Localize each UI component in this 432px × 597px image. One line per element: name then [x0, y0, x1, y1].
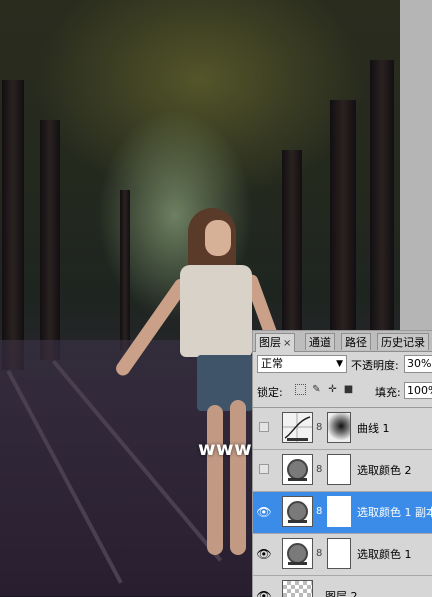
layer-mask-thumbnail[interactable] [327, 454, 351, 485]
link-icon[interactable]: 8 [316, 548, 322, 559]
transparent-layer-thumbnail [282, 580, 313, 597]
visibility-toggle[interactable] [259, 422, 269, 432]
woman-face [205, 220, 231, 256]
blend-mode-select[interactable]: 正常 ▼ [257, 355, 347, 373]
layers-panel: 图层 × 通道 路径 历史记录 正常 ▼ 不透明度: 30% 锁定: ✎ ✛ ■ … [252, 330, 432, 597]
tree-trunk [40, 120, 60, 360]
tab-layers[interactable]: 图层 × [255, 333, 296, 352]
layer-row-selective-color-1-copy[interactable]: 👁 8 选取颜色 1 副本 [253, 492, 432, 534]
lock-transparency-icon[interactable] [295, 384, 306, 395]
woman-shirt [180, 265, 252, 357]
layer-name: 选取颜色 1 [357, 548, 412, 561]
tab-history[interactable]: 历史记录 [377, 333, 429, 350]
tree-trunk [330, 100, 356, 360]
layer-row-selective-color-2[interactable]: 8 选取颜色 2 [253, 450, 432, 492]
lock-move-icon[interactable]: ✛ [327, 384, 338, 395]
dropdown-arrow-icon: ▼ [336, 359, 343, 369]
opacity-input[interactable]: 30% [404, 355, 432, 373]
layer-mask-thumbnail[interactable] [327, 496, 351, 527]
fill-input[interactable]: 100% [404, 382, 432, 399]
link-icon[interactable]: 8 [316, 422, 322, 433]
layer-row-layer-2[interactable]: 👁 图层 2 [253, 576, 432, 597]
tab-paths[interactable]: 路径 [341, 333, 371, 350]
layer-row-curves-1[interactable]: 8 曲线 1 [253, 408, 432, 450]
fill-label: 填充: [375, 386, 401, 399]
tree-trunk [282, 150, 302, 350]
link-icon[interactable]: 8 [316, 506, 322, 517]
tree-trunk [2, 80, 24, 370]
eye-icon[interactable]: 👁 [255, 504, 273, 520]
visibility-toggle[interactable] [259, 464, 269, 474]
selective-color-icon [282, 538, 313, 569]
eye-icon[interactable]: 👁 [255, 546, 273, 562]
layer-mask-thumbnail[interactable] [327, 538, 351, 569]
layer-name: 选取颜色 1 副本 [357, 506, 432, 519]
layer-row-selective-color-1[interactable]: 👁 8 选取颜色 1 [253, 534, 432, 576]
tree-trunk [370, 60, 394, 360]
close-icon[interactable]: × [283, 338, 291, 349]
layer-name: 曲线 1 [357, 422, 390, 435]
tab-channels[interactable]: 通道 [305, 333, 335, 350]
woman-leg [230, 400, 246, 555]
panel-tabs: 图层 × 通道 路径 历史记录 [253, 331, 432, 352]
layer-mask-thumbnail[interactable] [327, 412, 351, 443]
lock-brush-icon[interactable]: ✎ [311, 384, 322, 395]
layers-list: 8 曲线 1 8 选取颜色 2 👁 8 选取颜色 1 副本 👁 8 选取颜色 1 [253, 407, 432, 597]
lock-all-icon[interactable]: ■ [343, 384, 354, 395]
selective-color-icon [282, 496, 313, 527]
layer-name: 选取颜色 2 [357, 464, 412, 477]
selective-color-icon [282, 454, 313, 485]
tree-trunk [120, 190, 130, 350]
link-icon[interactable]: 8 [316, 464, 322, 475]
lock-label: 锁定: [257, 386, 283, 399]
woman-leg [207, 405, 223, 555]
opacity-label: 不透明度: [351, 359, 399, 372]
curves-icon [282, 412, 313, 443]
